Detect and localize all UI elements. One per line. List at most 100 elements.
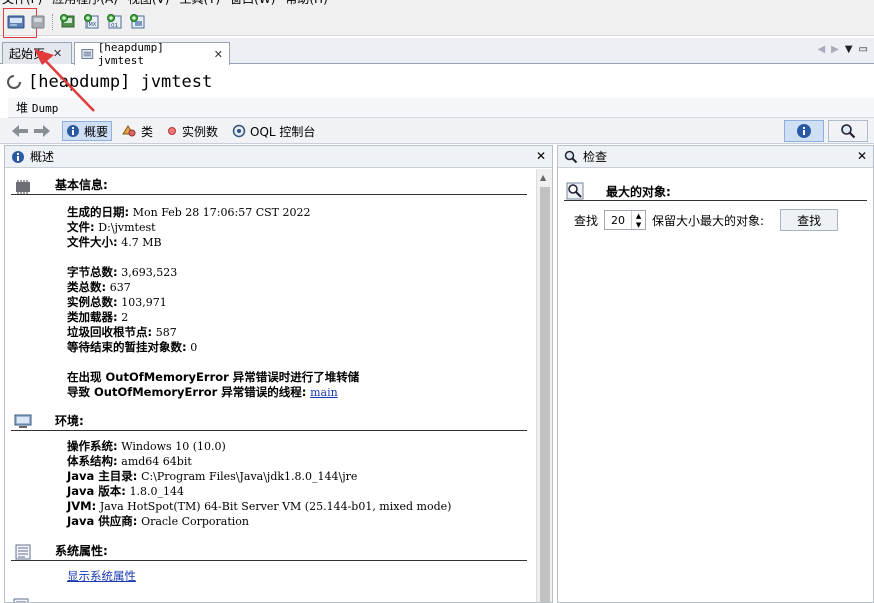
next-section-partial bbox=[11, 597, 527, 602]
label-os: 操作系统: bbox=[67, 439, 118, 453]
system-properties-lines: 显示系统属性 bbox=[67, 569, 136, 584]
label-file: 文件: bbox=[67, 220, 95, 234]
load-snapshot-button[interactable] bbox=[27, 11, 49, 33]
info-icon bbox=[12, 150, 24, 163]
page-title: [heapdump] jvmtest bbox=[28, 72, 213, 92]
menu-tools[interactable]: 工具(T) bbox=[179, 0, 220, 8]
retained-size-label: 保留大小最大的对象: bbox=[652, 213, 765, 228]
stepper-down-icon[interactable]: ▼ bbox=[636, 221, 641, 229]
maximize-icon[interactable]: ▭ bbox=[859, 44, 868, 55]
instances-label: 实例数 bbox=[182, 124, 219, 139]
svg-text:JMX: JMX bbox=[86, 22, 97, 28]
tab-heapdump-label: [heapdump] jvmtest bbox=[97, 41, 164, 67]
close-icon[interactable]: ✕ bbox=[214, 48, 223, 61]
tab-left-icon[interactable]: ◀ bbox=[817, 44, 825, 55]
stepper-up-icon[interactable]: ▲ bbox=[636, 212, 641, 220]
add-jmx-connection-button[interactable]: JMX bbox=[81, 11, 103, 33]
info-icon bbox=[797, 124, 811, 138]
oom-thread-link[interactable]: main bbox=[310, 386, 338, 399]
search-icon bbox=[841, 124, 856, 139]
value-total-bytes: 3,693,523 bbox=[121, 266, 178, 279]
add-host-icon bbox=[60, 14, 75, 28]
tab-nav: ◀ ▶ ▼ ▭ bbox=[817, 44, 868, 55]
label-jvm: JVM: bbox=[67, 499, 97, 513]
biggest-objects-header: 最大的对象: bbox=[564, 175, 867, 201]
label-total-classes: 类总数: bbox=[67, 280, 107, 294]
add-core-dump-button[interactable]: 01 bbox=[104, 11, 126, 33]
label-classloaders: 类加载器: bbox=[67, 310, 118, 324]
oql-console-button[interactable]: OQL 控制台 bbox=[229, 121, 318, 141]
label-total-bytes: 字节总数: bbox=[67, 265, 118, 279]
back-button[interactable] bbox=[8, 121, 32, 141]
overview-view-button[interactable]: 概要 bbox=[62, 121, 113, 141]
oom-thread-label: 导致 OutOfMemoryError 异常错误的线程: bbox=[67, 385, 307, 399]
load-file-icon bbox=[7, 15, 25, 29]
menu-applications[interactable]: 应用程序(A) bbox=[52, 0, 118, 8]
menu-help[interactable]: 帮助(H) bbox=[285, 0, 327, 8]
add-snapshot-icon bbox=[130, 14, 145, 29]
value-pending-finalization: 0 bbox=[190, 341, 198, 354]
system-properties-section: 系统属性: bbox=[11, 541, 527, 561]
search-icon bbox=[566, 182, 584, 200]
core-dump-icon: 01 bbox=[107, 14, 122, 29]
label-file-size: 文件大小: bbox=[67, 235, 118, 249]
overview-label: 概要 bbox=[84, 124, 109, 139]
instance-icon bbox=[168, 127, 176, 135]
forward-button[interactable] bbox=[30, 121, 54, 141]
svg-text:01: 01 bbox=[111, 23, 118, 29]
info-toggle-button[interactable] bbox=[784, 120, 824, 142]
environment-lines: 操作系统: Windows 10 (10.0) 体系结构: amd64 64bi… bbox=[67, 439, 451, 529]
menu-file[interactable]: 文件(F) bbox=[2, 0, 42, 8]
inspect-panel: 检查 ✕ 最大的对象: 查找 20 ▲ ▼ 保留大小最大的对象: 查找 bbox=[557, 145, 874, 603]
tab-heapdump[interactable]: [heapdump] jvmtest ✕ bbox=[74, 41, 230, 67]
chip-icon bbox=[16, 180, 30, 194]
scroll-up-icon[interactable]: ▲ bbox=[540, 173, 546, 182]
value-gc-roots: 587 bbox=[155, 326, 177, 339]
oql-icon bbox=[232, 124, 246, 138]
summary-panel-title: 概述 bbox=[30, 150, 55, 164]
summary-panel: 概述 ✕ 基本信息: 生成的日期: Mon Feb 28 17:06:57 CS… bbox=[4, 145, 553, 603]
show-system-properties-link[interactable]: 显示系统属性 bbox=[67, 569, 136, 583]
close-icon[interactable]: ✕ bbox=[536, 149, 546, 163]
close-icon[interactable]: ✕ bbox=[53, 47, 62, 60]
info-icon bbox=[67, 125, 79, 137]
inspect-content: 最大的对象: 查找 20 ▲ ▼ 保留大小最大的对象: 查找 bbox=[564, 169, 867, 231]
load-file-button[interactable] bbox=[5, 11, 27, 33]
loading-icon bbox=[7, 75, 21, 89]
basic-info-title: 基本信息: bbox=[55, 178, 108, 192]
label-total-instances: 实例总数: bbox=[67, 295, 118, 309]
summary-content: 基本信息: 生成的日期: Mon Feb 28 17:06:57 CST 202… bbox=[5, 169, 533, 602]
heap-label-cn: 堆 bbox=[16, 101, 29, 115]
label-java-home: Java 主目录: bbox=[67, 469, 138, 483]
tab-start-page[interactable]: 起始页 ✕ bbox=[2, 42, 72, 64]
oom-notice: 在出现 OutOfMemoryError 异常错误时进行了堆转储 bbox=[67, 370, 360, 384]
label-pending-finalization: 等待结束的暂挂对象数: bbox=[67, 340, 187, 354]
menu-view[interactable]: 视图(V) bbox=[128, 0, 170, 8]
document-icon bbox=[13, 598, 29, 602]
close-icon[interactable]: ✕ bbox=[857, 149, 867, 163]
inspect-toggle-button[interactable] bbox=[828, 120, 868, 142]
main-toolbar: JMX 01 bbox=[0, 8, 874, 38]
oql-label: OQL 控制台 bbox=[250, 124, 316, 139]
value-java-vendor: Oracle Corporation bbox=[141, 515, 250, 528]
heapdump-tab-icon bbox=[81, 49, 94, 59]
classes-view-button[interactable]: 类 bbox=[118, 121, 156, 141]
inspect-panel-header: 检查 ✕ bbox=[558, 146, 873, 168]
count-stepper[interactable]: 20 ▲ ▼ bbox=[604, 210, 647, 230]
summary-scrollbar[interactable]: ▲ bbox=[536, 169, 552, 602]
classes-label: 类 bbox=[141, 124, 154, 139]
value-total-classes: 637 bbox=[109, 281, 131, 294]
scroll-thumb[interactable] bbox=[540, 187, 550, 602]
computer-icon bbox=[14, 414, 32, 428]
toolbar-separator bbox=[52, 14, 54, 30]
environment-title: 环境: bbox=[55, 414, 84, 428]
menu-window[interactable]: 窗口(W) bbox=[230, 0, 275, 8]
find-button[interactable]: 查找 bbox=[780, 209, 839, 231]
document-icon bbox=[15, 544, 31, 560]
basic-info-lines: 生成的日期: Mon Feb 28 17:06:57 CST 2022 文件: … bbox=[67, 205, 359, 400]
add-remote-host-button[interactable] bbox=[57, 11, 79, 33]
tab-right-icon[interactable]: ▶ bbox=[831, 44, 839, 55]
tab-menu-icon[interactable]: ▼ bbox=[845, 44, 853, 55]
add-snapshot-button[interactable] bbox=[127, 11, 149, 33]
instances-view-button[interactable]: 实例数 bbox=[163, 121, 221, 141]
